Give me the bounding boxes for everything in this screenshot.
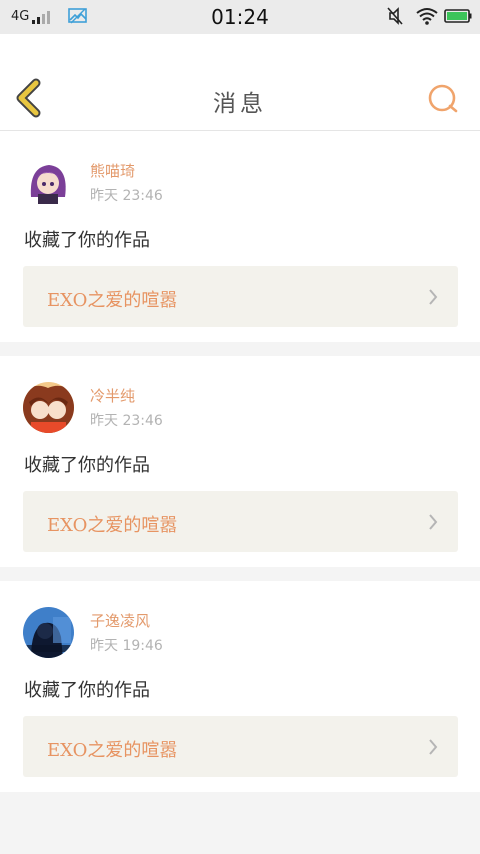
avatar[interactable] [23, 382, 74, 433]
wifi-icon [416, 8, 438, 25]
username[interactable]: 熊喵琦 [90, 160, 135, 181]
action-text: 收藏了你的作品 [24, 455, 150, 476]
avatar-image [23, 607, 74, 658]
work-title: EXO之爱的喧嚣 [47, 740, 178, 761]
action-text: 收藏了你的作品 [24, 230, 150, 251]
message-card: 子逸凌风 昨天 19:46 收藏了你的作品 EXO之爱的喧嚣 [0, 581, 480, 792]
work-title: EXO之爱的喧嚣 [47, 515, 178, 536]
page-title: 消息 [213, 91, 267, 117]
work-link-button[interactable]: EXO之爱的喧嚣 [23, 266, 458, 327]
timestamp: 昨天 23:46 [90, 413, 163, 429]
search-icon[interactable] [426, 82, 460, 116]
avatar-image [23, 382, 74, 433]
avatar[interactable] [23, 607, 74, 658]
header: 消息 [0, 34, 480, 131]
chevron-right-icon [429, 514, 438, 530]
chevron-right-icon [429, 739, 438, 755]
action-text: 收藏了你的作品 [24, 680, 150, 701]
message-card: 冷半纯 昨天 23:46 收藏了你的作品 EXO之爱的喧嚣 [0, 356, 480, 567]
username[interactable]: 冷半纯 [90, 385, 135, 406]
work-title: EXO之爱的喧嚣 [47, 290, 178, 311]
username[interactable]: 子逸凌风 [90, 610, 150, 631]
work-link-button[interactable]: EXO之爱的喧嚣 [23, 491, 458, 552]
avatar-image [23, 157, 74, 208]
work-link-button[interactable]: EXO之爱的喧嚣 [23, 716, 458, 777]
timestamp: 昨天 19:46 [90, 638, 163, 654]
chevron-right-icon [429, 289, 438, 305]
timestamp: 昨天 23:46 [90, 188, 163, 204]
message-card: 熊喵琦 昨天 23:46 收藏了你的作品 EXO之爱的喧嚣 [0, 131, 480, 342]
status-bar: 4G 01:24 [0, 0, 480, 34]
battery-icon [444, 9, 472, 23]
mute-icon [387, 7, 403, 25]
avatar[interactable] [23, 157, 74, 208]
clock: 01:24 [211, 5, 269, 29]
message-list: 熊喵琦 昨天 23:46 收藏了你的作品 EXO之爱的喧嚣 冷半纯 昨天 23:… [0, 131, 480, 792]
